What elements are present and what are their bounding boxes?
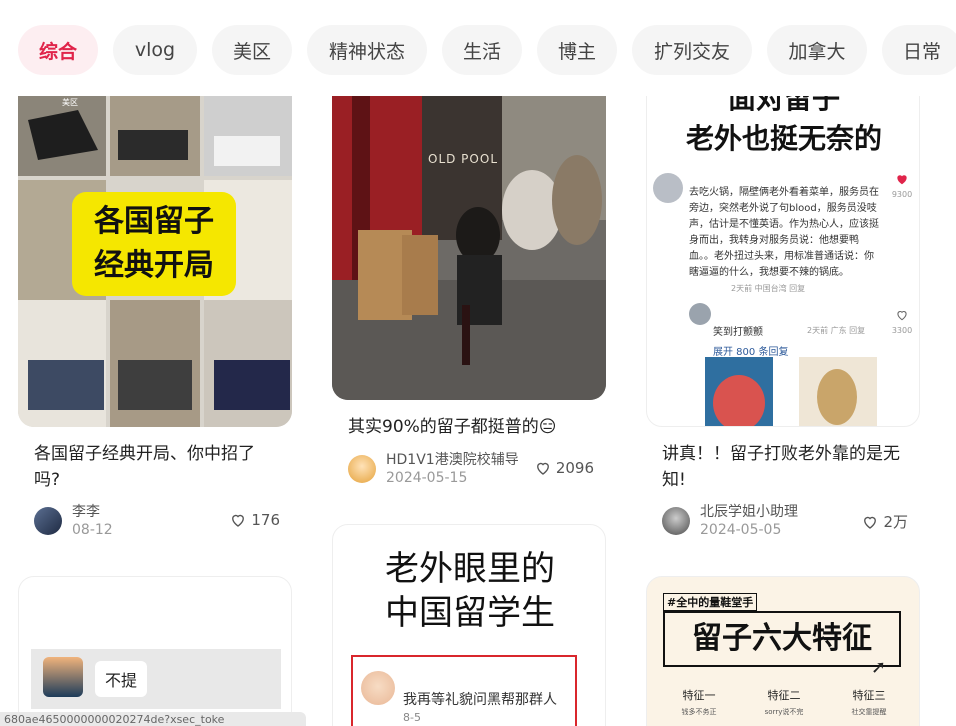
reply-meta: 2天前 广东 回复 bbox=[807, 326, 866, 335]
note-title[interactable]: 各国留子经典开局、你中招了吗? bbox=[34, 441, 280, 493]
note-card[interactable]: OLD POOL 其实90%的留子都挺普的😑 HD1V1港澳院校辅导 2024-… bbox=[332, 60, 606, 500]
note-card[interactable]: 不提 bbox=[18, 576, 292, 726]
like-button[interactable]: 176 bbox=[229, 511, 280, 529]
cover-tagline: #全中的量鞋堂手 bbox=[663, 593, 758, 611]
reply-text: 笑到打颤颤 bbox=[713, 327, 763, 338]
like-count: 2096 bbox=[555, 459, 594, 477]
comment-like[interactable]: 9300 bbox=[887, 171, 917, 199]
tab-综合[interactable]: 综合 bbox=[18, 25, 98, 75]
post-date: 2024-05-05 bbox=[700, 522, 782, 538]
cover-headline: 留子六大特征 bbox=[692, 621, 872, 656]
cover-headline: 各国留子 经典开局 bbox=[94, 204, 214, 283]
heart-icon bbox=[536, 462, 549, 475]
feature-list: 特征一 钱多不务正 特征二 sorry说不完 特征三 社交靠提醒 bbox=[661, 687, 907, 717]
reply-like-count: 3300 bbox=[891, 326, 913, 335]
feature-item: 特征三 社交靠提醒 bbox=[851, 689, 887, 716]
comment-meta: 2天前 中国台湾 回复 bbox=[731, 284, 806, 293]
note-card[interactable]: #全中的量鞋堂手 留子六大特征 ➚ 特征一 钱多不务正 特征二 sorry说不完… bbox=[646, 576, 920, 726]
quote-date: 8-5 bbox=[403, 711, 421, 724]
quote-avatar bbox=[361, 671, 395, 705]
note-meta: 李李 08-12 176 bbox=[34, 501, 280, 541]
heart-filled-icon bbox=[897, 175, 907, 185]
tab-博主[interactable]: 博主 bbox=[537, 25, 617, 75]
cover-tag: 美区 bbox=[62, 98, 78, 107]
heart-icon bbox=[232, 514, 245, 527]
author-name[interactable]: 北辰学姐小助理 bbox=[700, 501, 798, 521]
link-status-bar: 680ae4650000000020274de?xsec_toke bbox=[0, 712, 306, 726]
like-count: 176 bbox=[251, 511, 280, 529]
cover-meme-images bbox=[705, 357, 877, 426]
note-meta: HD1V1港澳院校辅导 2024-05-15 2096 bbox=[348, 449, 594, 489]
note-title[interactable]: 讲真！！留子打败老外靠的是无知! bbox=[662, 441, 908, 493]
comment-like-count: 9300 bbox=[891, 190, 913, 199]
post-date: 2024-05-15 bbox=[386, 470, 468, 486]
like-button[interactable]: 2096 bbox=[534, 459, 594, 477]
expand-replies-link[interactable]: 展开 800 条回复 bbox=[713, 343, 788, 358]
cover-headline: 老外眼里的 中国留学生 bbox=[385, 549, 555, 633]
tab-日常[interactable]: 日常 bbox=[882, 25, 956, 75]
note-cover[interactable]: 老外眼里的 中国留学生 我再等礼貌问黑帮那群人 8-5 bbox=[332, 524, 606, 726]
note-card[interactable]: 美区 各国留子 经典开局 各国留子经典开局、你中招了吗? 李李 08-12 17… bbox=[18, 60, 292, 540]
like-button[interactable]: 2万 bbox=[861, 511, 908, 532]
avatar[interactable] bbox=[348, 455, 376, 483]
comment-avatar bbox=[653, 173, 683, 203]
note-card[interactable]: 老外眼里的 中国留学生 我再等礼貌问黑帮那群人 8-5 bbox=[332, 524, 606, 726]
cursor-icon: ➚ bbox=[871, 657, 887, 678]
tab-生活[interactable]: 生活 bbox=[442, 25, 522, 75]
chat-bubble: 不提 bbox=[95, 661, 148, 697]
tab-美区[interactable]: 美区 bbox=[212, 25, 292, 75]
category-tabs: 综合 vlog 美区 精神状态 生活 博主 扩列交友 加拿大 日常 bbox=[0, 0, 956, 96]
tab-精神状态[interactable]: 精神状态 bbox=[307, 25, 427, 75]
note-meta: 北辰学姐小助理 2024-05-05 2万 bbox=[662, 501, 908, 541]
author-name[interactable]: HD1V1港澳院校辅导 bbox=[386, 449, 519, 469]
chat-avatar bbox=[43, 657, 83, 697]
post-date: 08-12 bbox=[72, 522, 113, 538]
heart-icon bbox=[897, 311, 907, 321]
reply-avatar bbox=[689, 303, 711, 325]
note-cover[interactable]: 不提 bbox=[18, 576, 292, 726]
feature-item: 特征一 钱多不务正 bbox=[681, 689, 717, 716]
comment-text: 去吃火锅，隔壁俩老外看着菜单，服务员在旁边，突然老外说了句blood，服务员没吱… bbox=[689, 187, 879, 278]
cover-photo-street bbox=[332, 60, 606, 400]
tab-加拿大[interactable]: 加拿大 bbox=[767, 25, 867, 75]
note-card[interactable]: 面对留子 老外也挺无奈的 去吃火锅，隔壁俩老外看着菜单，服务员在旁边，突然老外说… bbox=[646, 60, 920, 540]
heart-icon bbox=[864, 516, 877, 529]
tab-扩列交友[interactable]: 扩列交友 bbox=[632, 25, 752, 75]
like-count: 2万 bbox=[883, 513, 908, 531]
tab-vlog[interactable]: vlog bbox=[113, 25, 197, 75]
note-cover[interactable]: OLD POOL bbox=[332, 60, 606, 400]
note-cover[interactable]: #全中的量鞋堂手 留子六大特征 ➚ 特征一 钱多不务正 特征二 sorry说不完… bbox=[646, 576, 920, 726]
shop-sign: OLD POOL bbox=[428, 152, 498, 166]
avatar[interactable] bbox=[34, 507, 62, 535]
author-name[interactable]: 李李 bbox=[72, 501, 100, 521]
note-cover[interactable]: 美区 各国留子 经典开局 bbox=[18, 60, 292, 427]
note-title[interactable]: 其实90%的留子都挺普的😑 bbox=[348, 414, 594, 440]
reply-like[interactable]: 3300 bbox=[887, 307, 917, 335]
quote-text: 我再等礼貌问黑帮那群人 bbox=[403, 692, 557, 708]
feature-item: 特征二 sorry说不完 bbox=[764, 689, 804, 716]
note-cover[interactable]: 面对留子 老外也挺无奈的 去吃火锅，隔壁俩老外看着菜单，服务员在旁边，突然老外说… bbox=[646, 60, 920, 427]
avatar[interactable] bbox=[662, 507, 690, 535]
